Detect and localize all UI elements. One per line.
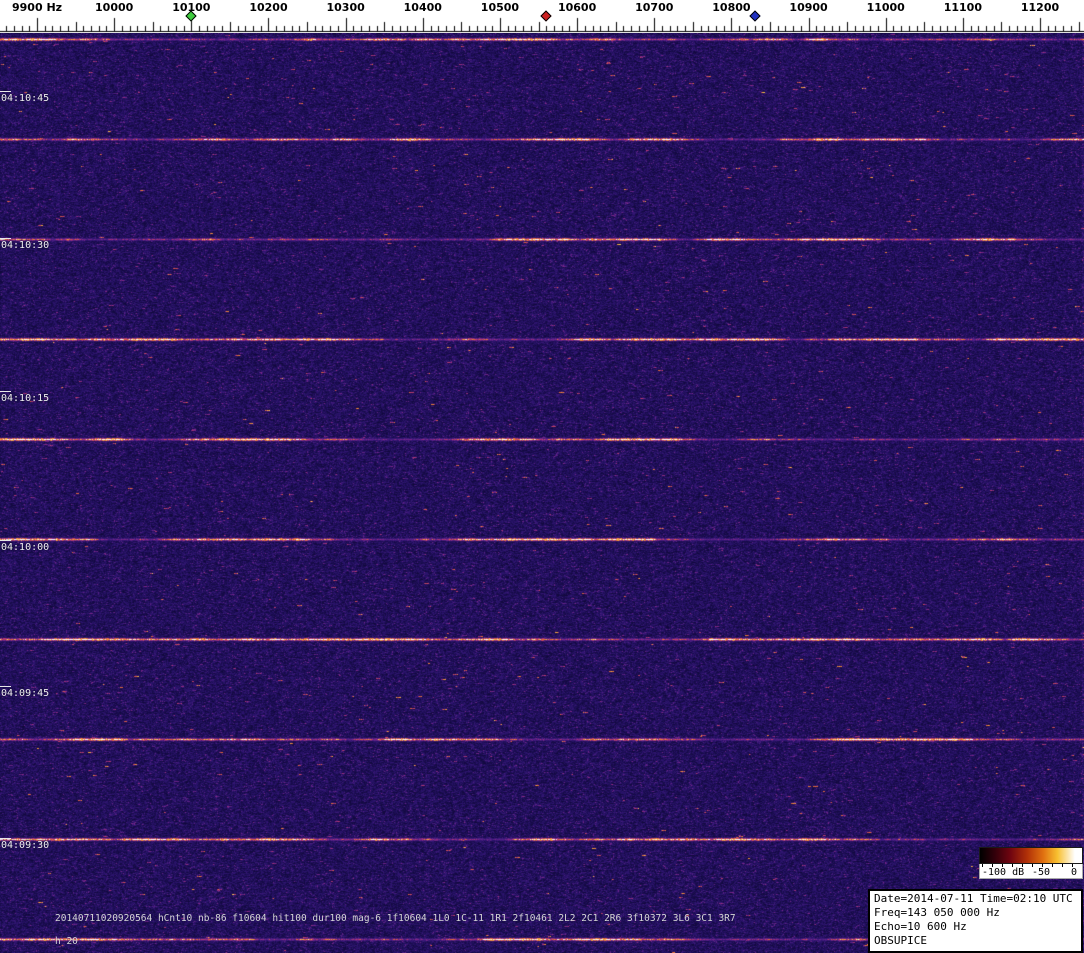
freq-label: 10400 [403, 1, 442, 14]
detection-annotation: 20140711020920564 hCnt10 nb-86 f10604 hi… [55, 913, 736, 924]
legend-mid-label: -50 [1032, 867, 1051, 878]
time-label: 04:09:30 [1, 840, 50, 851]
time-tick [0, 838, 11, 839]
freq-label: 11100 [943, 1, 982, 14]
freq-label: 10300 [326, 1, 365, 14]
intensity-legend: -100 dB -50 0 [979, 847, 1083, 879]
freq-label: 10600 [557, 1, 597, 14]
time-tick [0, 91, 11, 92]
freq-label: 10900 [789, 1, 828, 14]
freq-label: 10800 [712, 1, 751, 14]
frequency-scale[interactable]: 9900 Hz 10000 10100 10200 10300 10400 10500 106… [0, 0, 1084, 33]
freq-label: 11000 [866, 1, 905, 14]
time-label: 04:10:45 [1, 93, 50, 104]
info-station-line: OBSUPICE [874, 934, 927, 947]
time-tick [0, 540, 11, 541]
legend-scale-strip: -100 dB -50 0 [979, 864, 1083, 879]
freq-label: 10000 [95, 1, 134, 14]
legend-max-label: 0 [1070, 867, 1077, 878]
freq-label: 9900 Hz [12, 1, 63, 14]
freq-label: 10200 [249, 1, 288, 14]
colormap-gradient [979, 847, 1083, 864]
time-label: 04:09:45 [1, 688, 50, 699]
legend-min-label: -100 dB [982, 867, 1025, 878]
time-label: 04:10:15 [1, 393, 50, 404]
info-echo-line: Echo=10 600 Hz [874, 920, 967, 933]
freq-label: 10700 [635, 1, 674, 14]
time-tick [0, 391, 11, 392]
info-date-line: Date=2014-07-11 Time=02:10 UTC [874, 892, 1073, 905]
spectrogram-display: 9900 Hz 10000 10100 10200 10300 10400 10500 106… [0, 0, 1084, 953]
freq-label: 10500 [480, 1, 520, 14]
info-freq-line: Freq=143 050 000 Hz [874, 906, 1000, 919]
time-tick [0, 238, 11, 239]
freq-label: 11200 [1020, 1, 1060, 14]
corner-text: h 20 [55, 936, 78, 947]
time-label: 04:10:30 [1, 240, 50, 251]
station-info-box: Date=2014-07-11 Time=02:10 UTC Freq=143 … [868, 889, 1083, 953]
time-label: 04:10:00 [1, 542, 50, 553]
waterfall-spectrogram-canvas[interactable] [0, 33, 1084, 953]
time-tick [0, 686, 11, 687]
